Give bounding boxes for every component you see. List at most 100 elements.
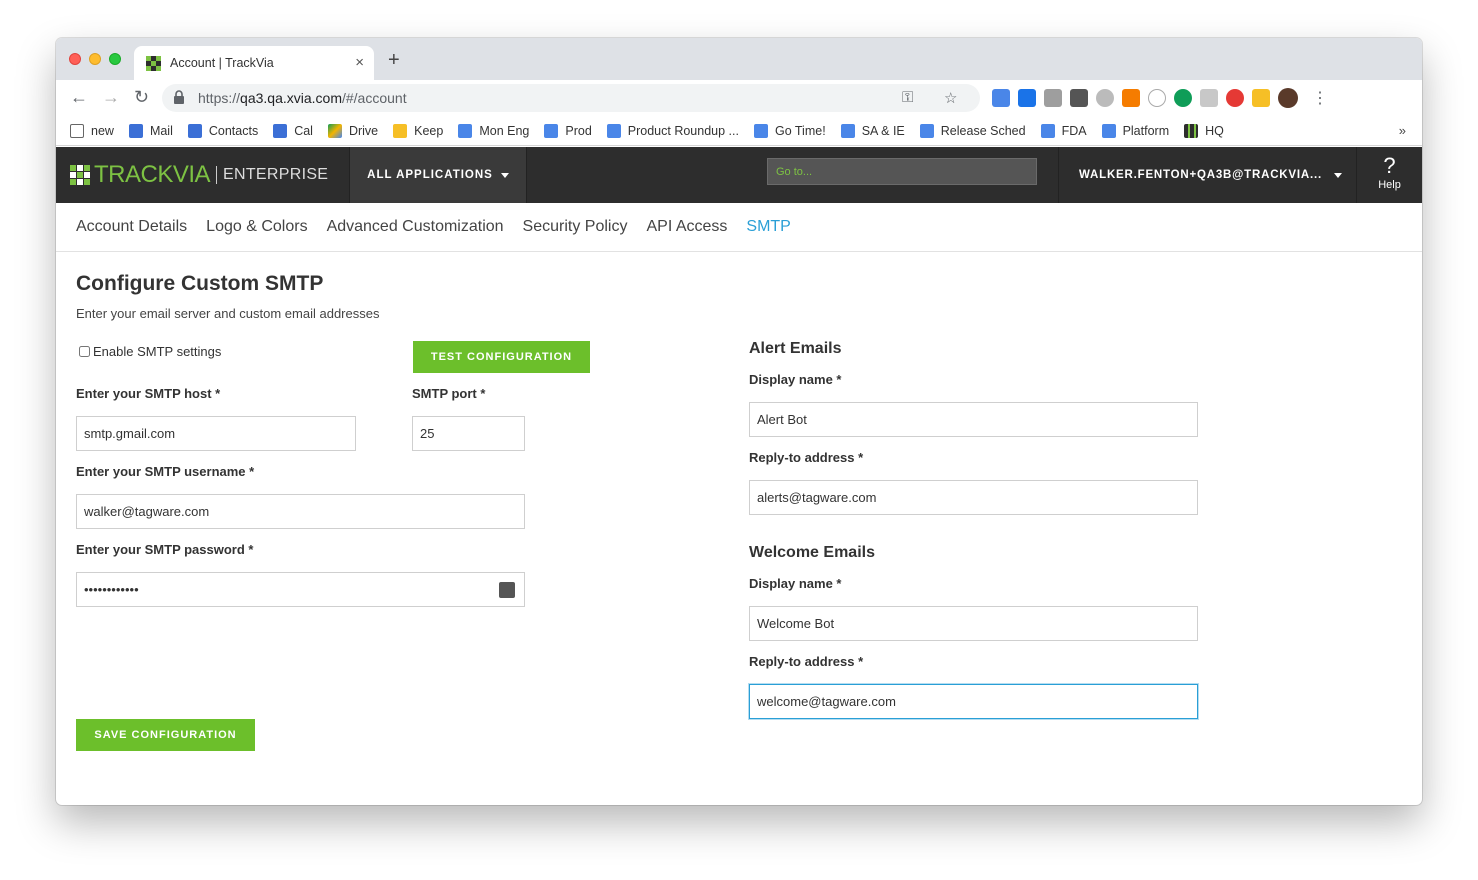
extension-icon[interactable] (1096, 89, 1114, 107)
minimize-window-button[interactable] (89, 53, 101, 65)
question-mark-icon: ? (1383, 153, 1396, 178)
all-applications-label: ALL APPLICATIONS (367, 169, 493, 181)
opera-icon[interactable] (1226, 89, 1244, 107)
help-button[interactable]: ? Help (1356, 147, 1422, 203)
bookmark-release-sched[interactable]: Release Sched (919, 123, 1026, 138)
drive-icon (327, 123, 342, 138)
extension-icon[interactable] (1070, 89, 1088, 107)
extension-icon[interactable] (1148, 89, 1166, 107)
tab-api-access[interactable]: API Access (646, 218, 727, 236)
tab-smtp[interactable]: SMTP (746, 218, 790, 236)
bookmark-star-icon[interactable]: ☆ (944, 89, 957, 107)
bookmarks-overflow-icon[interactable]: » (1399, 123, 1406, 138)
extension-icon[interactable] (1252, 89, 1270, 107)
enable-smtp-label: Enable SMTP settings (93, 344, 222, 359)
bookmark-label: SA & IE (861, 123, 905, 138)
bookmark-label: Prod (565, 123, 592, 138)
trackvia-favicon-icon (146, 56, 161, 71)
address-bar[interactable]: https://qa3.qa.xvia.com/#/account ⚿ ☆ (162, 84, 980, 112)
bookmark-keep[interactable]: Keep (393, 123, 444, 138)
doc-icon (919, 123, 934, 138)
tab-security-policy[interactable]: Security Policy (523, 218, 628, 236)
maximize-window-button[interactable] (109, 53, 121, 65)
enable-smtp-row[interactable]: Enable SMTP settings (79, 344, 221, 359)
trackvia-logo[interactable]: TRACKVIA ENTERPRISE (70, 161, 328, 189)
page-subtitle: Enter your email server and custom email… (76, 306, 380, 321)
account-subnav: Account Details Logo & Colors Advanced C… (56, 203, 1422, 252)
doc-icon (753, 123, 768, 138)
bookmark-label: Contacts (208, 123, 259, 138)
new-tab-button[interactable]: + (388, 49, 400, 72)
goto-input[interactable] (767, 158, 1037, 185)
bookmark-contacts[interactable]: Contacts (187, 123, 259, 138)
browser-menu-icon[interactable]: ⋮ (1312, 88, 1328, 108)
alert-emails-title: Alert Emails (749, 340, 842, 357)
key-icon[interactable]: ⚿ (902, 89, 913, 106)
bookmark-label: Product Roundup ... (627, 123, 739, 138)
bookmark-label: Go Time! (774, 123, 826, 138)
welcome-reply-to-input[interactable] (749, 684, 1198, 719)
tab-close-icon[interactable]: × (355, 54, 364, 71)
user-menu-dropdown[interactable]: WALKER.FENTON+QA3B@TRACKVIA... (1058, 147, 1356, 203)
doc-icon (840, 123, 855, 138)
bookmark-mon-eng[interactable]: Mon Eng (458, 123, 529, 138)
forward-button[interactable]: → (102, 87, 120, 108)
bookmark-new[interactable]: new (70, 123, 114, 138)
lock-icon (174, 90, 184, 104)
caret-down-icon (1333, 172, 1342, 178)
smtp-username-label: Enter your SMTP username * (76, 464, 255, 479)
welcome-display-name-input[interactable] (749, 606, 1198, 641)
bookmark-label: Keep (414, 123, 444, 138)
browser-tab[interactable]: Account | TrackVia × (134, 46, 374, 80)
url-host: qa3.qa.xvia.com (240, 90, 342, 106)
mail-icon (128, 123, 143, 138)
contacts-icon (187, 123, 202, 138)
bookmark-label: new (91, 123, 114, 138)
save-configuration-button[interactable]: SAVE CONFIGURATION (76, 719, 255, 751)
bookmark-hq[interactable]: HQ (1184, 123, 1224, 138)
extension-icon[interactable] (1044, 89, 1062, 107)
enable-smtp-checkbox[interactable] (79, 346, 90, 357)
profile-avatar[interactable] (1278, 88, 1298, 108)
bookmark-drive[interactable]: Drive (327, 123, 379, 138)
logo-text: TRACKVIA (94, 161, 211, 188)
url-text: https://qa3.qa.xvia.com/#/account (198, 90, 407, 106)
bookmark-cal[interactable]: Cal (273, 123, 313, 138)
extension-icon[interactable] (992, 89, 1010, 107)
close-window-button[interactable] (69, 53, 81, 65)
smtp-host-input[interactable] (76, 416, 356, 451)
trackvia-logo-icon (70, 165, 90, 185)
welcome-emails-title: Welcome Emails (749, 544, 875, 561)
extension-icon[interactable] (1018, 89, 1036, 107)
bookmark-platform[interactable]: Platform (1101, 123, 1170, 138)
smtp-password-input[interactable] (76, 572, 525, 607)
alert-display-name-input[interactable] (749, 402, 1198, 437)
back-button[interactable]: ← (70, 87, 88, 108)
bookmark-sa-ie[interactable]: SA & IE (840, 123, 905, 138)
extension-icon[interactable] (1122, 89, 1140, 107)
doc-icon (1040, 123, 1055, 138)
all-applications-dropdown[interactable]: ALL APPLICATIONS (349, 147, 527, 203)
bookmark-product-roundup[interactable]: Product Roundup ... (606, 123, 739, 138)
alert-reply-to-input[interactable] (749, 480, 1198, 515)
tab-account-details[interactable]: Account Details (76, 218, 187, 236)
password-manager-icon[interactable] (499, 582, 515, 598)
tab-advanced-customization[interactable]: Advanced Customization (327, 218, 504, 236)
doc-icon (1101, 123, 1116, 138)
bookmark-fda[interactable]: FDA (1040, 123, 1087, 138)
doc-icon (458, 123, 473, 138)
test-configuration-button[interactable]: TEST CONFIGURATION (413, 341, 590, 373)
smtp-username-input[interactable] (76, 494, 525, 529)
bookmark-mail[interactable]: Mail (128, 123, 173, 138)
extension-icon[interactable] (1174, 89, 1192, 107)
reload-button[interactable]: ↻ (134, 87, 149, 108)
extension-icon[interactable] (1200, 89, 1218, 107)
bookmark-prod[interactable]: Prod (544, 123, 592, 138)
browser-toolbar: ← → ↻ https://qa3.qa.xvia.com/#/account … (56, 80, 1422, 116)
bookmark-go-time[interactable]: Go Time! (753, 123, 826, 138)
welcome-display-name-label: Display name * (749, 576, 842, 591)
bookmark-label: Drive (348, 123, 379, 138)
smtp-port-input[interactable] (412, 416, 525, 451)
bookmark-label: Platform (1122, 123, 1170, 138)
tab-logo-colors[interactable]: Logo & Colors (206, 218, 307, 236)
